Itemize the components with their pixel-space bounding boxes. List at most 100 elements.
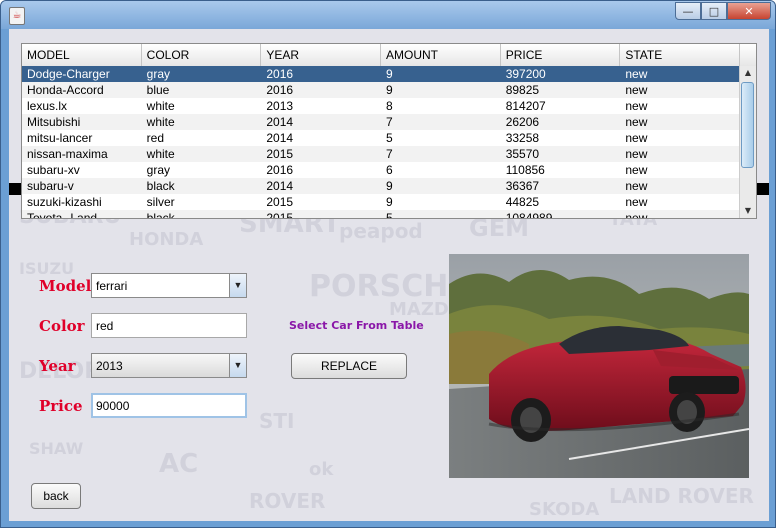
table-cell: 35570 (505, 147, 540, 161)
table-cell: 2015 (266, 195, 294, 209)
watermark-brand-text: ok (309, 459, 334, 480)
watermark-brand-text: SHAW (29, 439, 84, 458)
scroll-thumb[interactable] (741, 82, 754, 168)
year-combobox-value: 2013 (96, 359, 123, 373)
table-cell: 2014 (266, 179, 294, 193)
color-field[interactable]: red (91, 313, 247, 338)
table-cell: white (146, 99, 175, 113)
select-car-hint: Select Car From Table (289, 319, 424, 332)
color-label: Color (39, 317, 85, 335)
table-cell: new (625, 115, 648, 129)
model-combobox[interactable]: ferrari ▼ (91, 273, 247, 298)
table-cell: new (625, 195, 648, 209)
back-button[interactable]: back (31, 483, 81, 509)
table-cell: black (146, 211, 175, 219)
table-cell: Dodge-Charger (27, 67, 110, 81)
table-cell: subaru-v (27, 179, 74, 193)
table-cell: 9 (386, 83, 393, 97)
table-cell: red (146, 131, 165, 145)
table-cell: new (625, 99, 648, 113)
watermark-brand-text: STI (259, 409, 295, 433)
table-body[interactable]: Dodge-Charger gray 2016 9 397200 new Honda-Acc… (22, 66, 740, 219)
watermark-brand-text: HONDA (129, 229, 204, 250)
table-row[interactable]: nissan-maxima white 2015 7 35570 new (22, 146, 740, 162)
table-cell: 2016 (266, 163, 294, 177)
table-cell: white (146, 147, 175, 161)
watermark-brand-text: peapod (339, 219, 423, 243)
price-label: Price (39, 397, 83, 415)
window-controls: — □ ✕ (675, 2, 771, 21)
table-cell: 7 (386, 115, 393, 129)
content-pane: SUBARUHONDASMARTpeapodGEMTATAISUZUPORSCH… (9, 29, 769, 521)
chevron-down-icon[interactable]: ▼ (229, 274, 246, 297)
year-combobox[interactable]: 2013 ▼ (91, 353, 247, 378)
table-cell: new (625, 179, 648, 193)
column-header[interactable]: AMOUNT (381, 44, 501, 66)
table-cell: 2015 (266, 147, 294, 161)
table-cell: mitsu-lancer (27, 131, 93, 145)
table-cell: 2015 (266, 211, 294, 219)
column-header[interactable]: PRICE (501, 44, 621, 66)
column-header[interactable]: MODEL (22, 44, 142, 66)
minimize-button[interactable]: — (675, 2, 701, 20)
table-row[interactable]: Honda-Accord blue 2016 9 89825 new (22, 82, 740, 98)
table-cell: 89825 (505, 83, 540, 97)
java-cup-icon: ☕ (9, 7, 25, 25)
table-row[interactable]: subaru-v black 2014 9 36367 new (22, 178, 740, 194)
table-cell: 2014 (266, 115, 294, 129)
table-row[interactable]: Mitsubishi white 2014 7 26206 new (22, 114, 740, 130)
table-cell: new (625, 131, 648, 145)
table-cell: new (625, 83, 648, 97)
watermark-brand-text: SKODA (529, 499, 600, 520)
watermark-brand-text: LAND ROVER (609, 484, 754, 508)
cars-table[interactable]: MODEL COLOR YEAR AMOUNT PRICE STATE Dodge-Cha… (21, 43, 757, 219)
app-window: ☕ — □ ✕ SUBARUHONDASMARTpeapodGEMTATAISU… (0, 0, 776, 528)
table-row[interactable]: suzuki-kizashi silver 2015 9 44825 new (22, 194, 740, 210)
table-cell: 36367 (505, 179, 540, 193)
table-cell: 26206 (505, 115, 540, 129)
watermark-brand-text: AC (159, 449, 199, 479)
table-cell: gray (146, 67, 171, 81)
table-cell: 2016 (266, 67, 294, 81)
table-cell: Honda-Accord (27, 83, 104, 97)
table-cell: 2013 (266, 99, 294, 113)
price-field[interactable]: 90000 (91, 393, 247, 418)
table-cell: Mitsubishi (27, 115, 81, 129)
scroll-down-arrow-icon[interactable]: ▼ (740, 204, 756, 218)
table-cell: 8 (386, 99, 393, 113)
table-cell: new (625, 67, 648, 81)
table-cell: lexus.lx (27, 99, 68, 113)
table-cell: gray (146, 163, 171, 177)
year-label: Year (39, 357, 76, 375)
column-header[interactable]: YEAR (261, 44, 382, 66)
scroll-up-arrow-icon[interactable]: ▲ (740, 66, 756, 80)
replace-button[interactable]: REPLACE (291, 353, 407, 379)
table-row[interactable]: subaru-xv gray 2016 6 110856 new (22, 162, 740, 178)
table-cell: new (625, 147, 648, 161)
chevron-down-icon[interactable]: ▼ (229, 354, 246, 377)
table-cell: 397200 (505, 67, 546, 81)
red-sedan-photo (449, 254, 749, 478)
column-header[interactable]: STATE (620, 44, 741, 66)
title-bar[interactable]: ☕ — □ ✕ (1, 1, 775, 29)
table-cell: nissan-maxima (27, 147, 108, 161)
table-row[interactable]: lexus.lx white 2013 8 814207 new (22, 98, 740, 114)
table-cell: new (625, 211, 648, 219)
table-cell: 110856 (505, 163, 545, 177)
table-row[interactable]: mitsu-lancer red 2014 5 33258 new (22, 130, 740, 146)
table-cell: 9 (386, 195, 393, 209)
column-header[interactable]: COLOR (142, 44, 262, 66)
table-cell: 7 (386, 147, 393, 161)
maximize-button[interactable]: □ (701, 2, 727, 20)
table-cell: 9 (386, 179, 393, 193)
model-label: Model (39, 277, 92, 295)
close-button[interactable]: ✕ (727, 2, 771, 20)
table-cell: black (146, 179, 175, 193)
table-vertical-scrollbar[interactable]: ▲ ▼ (739, 66, 756, 218)
table-cell: 5 (386, 131, 393, 145)
table-row[interactable]: Dodge-Charger gray 2016 9 397200 new (22, 66, 740, 82)
table-row[interactable]: Toyota--Land black 2015 5 1084989 new (22, 210, 740, 219)
table-cell: 1084989 (505, 211, 553, 219)
table-cell: Toyota--Land (27, 211, 98, 219)
table-cell: subaru-xv (27, 163, 80, 177)
